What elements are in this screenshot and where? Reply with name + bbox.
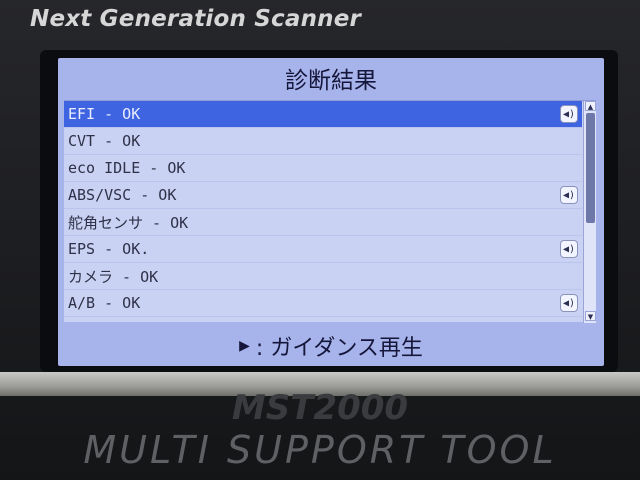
scroll-down-arrow-icon[interactable]: ▼ bbox=[585, 311, 596, 321]
list-item-label: A/B - OK bbox=[68, 294, 141, 312]
list-item-steering-sensor[interactable]: 舵角センサ - OK bbox=[64, 209, 582, 236]
tool-name-label: MULTI SUPPORT TOOL bbox=[83, 428, 557, 472]
list-item-label: 舵角センサ - OK bbox=[68, 213, 189, 232]
list-item-label: ABS/VSC - OK bbox=[68, 186, 177, 204]
list-scrollbar[interactable]: ▲ ▼ bbox=[583, 101, 596, 323]
play-triangle-icon: ▶ bbox=[239, 338, 250, 354]
screen-title: 診断結果 bbox=[285, 68, 377, 94]
list-item-label: CVT - OK bbox=[68, 132, 141, 150]
list-item-eco-idle[interactable]: eco IDLE - OK bbox=[64, 155, 582, 182]
list-item-eps[interactable]: EPS - OK. ◀) bbox=[64, 236, 582, 263]
brand-label: Next Generation Scanner bbox=[30, 6, 362, 32]
list-item-label: EPS - OK. bbox=[68, 240, 150, 258]
scanner-device: Next Generation Scanner 診断結果 EFI - OK ◀)… bbox=[0, 0, 640, 480]
scroll-up-arrow-icon[interactable]: ▲ bbox=[585, 101, 596, 111]
guidance-playback-hint: ▶ : ガイダンス再生 bbox=[58, 326, 604, 366]
model-label: MST2000 bbox=[231, 388, 409, 428]
list-item-label: EFI - OK bbox=[68, 105, 141, 123]
speaker-icon[interactable]: ◀) bbox=[560, 105, 578, 123]
list-item-efi[interactable]: EFI - OK ◀) bbox=[64, 101, 582, 128]
speaker-icon[interactable]: ◀) bbox=[560, 294, 578, 312]
lcd-screen: 診断結果 EFI - OK ◀) CVT - OK eco IDLE - OK … bbox=[58, 58, 604, 366]
footer-label: : ガイダンス再生 bbox=[255, 336, 423, 361]
diagnosis-result-list: EFI - OK ◀) CVT - OK eco IDLE - OK ABS/V… bbox=[64, 100, 596, 323]
list-item-airbag[interactable]: A/B - OK ◀) bbox=[64, 290, 582, 317]
list-item-label: eco IDLE - OK bbox=[68, 159, 186, 177]
list-item-label: カメラ - OK bbox=[68, 267, 159, 286]
scrollbar-thumb[interactable] bbox=[586, 113, 595, 223]
speaker-icon[interactable]: ◀) bbox=[560, 186, 578, 204]
list-item-cvt[interactable]: CVT - OK bbox=[64, 128, 582, 155]
speaker-icon[interactable]: ◀) bbox=[560, 240, 578, 258]
list-item-camera[interactable]: カメラ - OK bbox=[64, 263, 582, 290]
list-item-abs-vsc[interactable]: ABS/VSC - OK ◀) bbox=[64, 182, 582, 209]
